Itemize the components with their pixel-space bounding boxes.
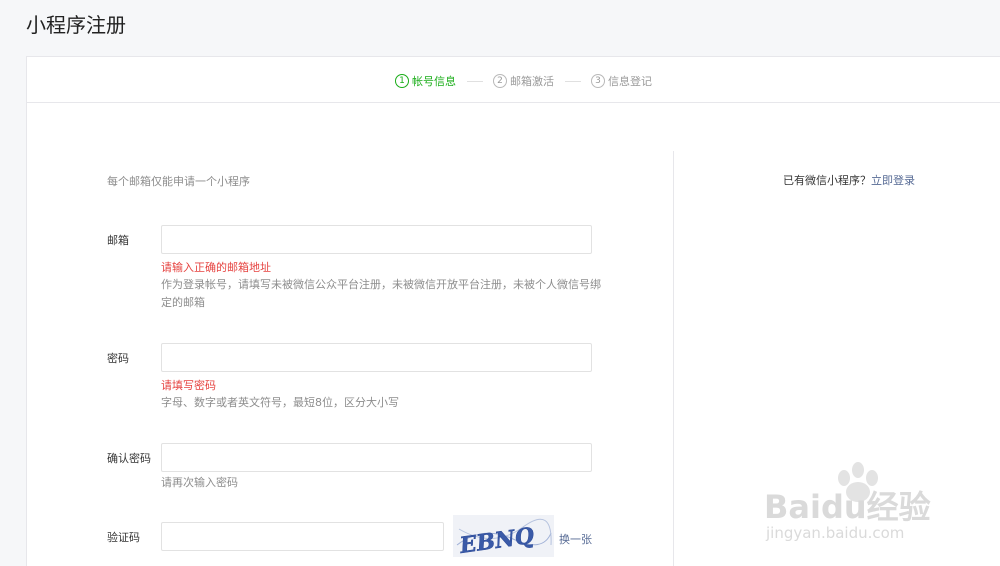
captcha-image[interactable]: EBNQ — [453, 515, 554, 559]
page-title: 小程序注册 — [26, 13, 126, 37]
captcha-field[interactable] — [161, 522, 444, 551]
step-number-3: 3 — [591, 74, 605, 88]
step-label: 信息登记 — [608, 75, 652, 88]
watermark-brand: Baidu经验 — [764, 488, 931, 526]
confirm-password-tip: 请再次输入密码 — [161, 476, 238, 489]
step-info-registration: 3 信息登记 — [591, 73, 652, 89]
confirm-password-field[interactable] — [161, 443, 592, 472]
password-field[interactable] — [161, 343, 592, 372]
login-prompt: 已有微信小程序？ — [783, 174, 871, 187]
step-number-2: 2 — [493, 74, 507, 88]
baidu-watermark: Baidu经验 jingyan.baidu.com — [758, 452, 958, 552]
captcha-label: 验证码 — [107, 531, 140, 544]
login-hint: 已有微信小程序？立即登录 — [783, 172, 915, 188]
confirm-password-label: 确认密码 — [107, 452, 151, 465]
password-error: 请填写密码 — [161, 379, 216, 392]
watermark-url: jingyan.baidu.com — [766, 524, 905, 542]
email-label: 邮箱 — [107, 234, 129, 247]
step-connector — [467, 81, 483, 82]
step-connector — [565, 81, 581, 82]
email-tip: 作为登录帐号，请填写未被微信公众平台注册，未被微信开放平台注册，未被个人微信号绑… — [161, 278, 601, 309]
password-tip: 字母、数字或者英文符号，最短8位，区分大小写 — [161, 396, 399, 409]
step-label: 帐号信息 — [412, 75, 456, 88]
vertical-divider — [673, 151, 674, 566]
step-indicator: 1 帐号信息 2 邮箱激活 3 信息登记 — [27, 57, 1000, 103]
email-field[interactable] — [161, 225, 592, 254]
email-error: 请输入正确的邮箱地址 — [161, 261, 271, 274]
step-email-activation: 2 邮箱激活 — [493, 73, 554, 89]
step-number-1: 1 — [395, 74, 409, 88]
form-intro: 每个邮箱仅能申请一个小程序 — [107, 175, 250, 188]
login-now-link[interactable]: 立即登录 — [871, 174, 915, 187]
password-label: 密码 — [107, 352, 129, 365]
step-account-info: 1 帐号信息 — [395, 73, 456, 89]
captcha-text: EBNQ — [457, 523, 536, 557]
step-label: 邮箱激活 — [510, 75, 554, 88]
refresh-captcha-link[interactable]: 换一张 — [559, 531, 592, 547]
